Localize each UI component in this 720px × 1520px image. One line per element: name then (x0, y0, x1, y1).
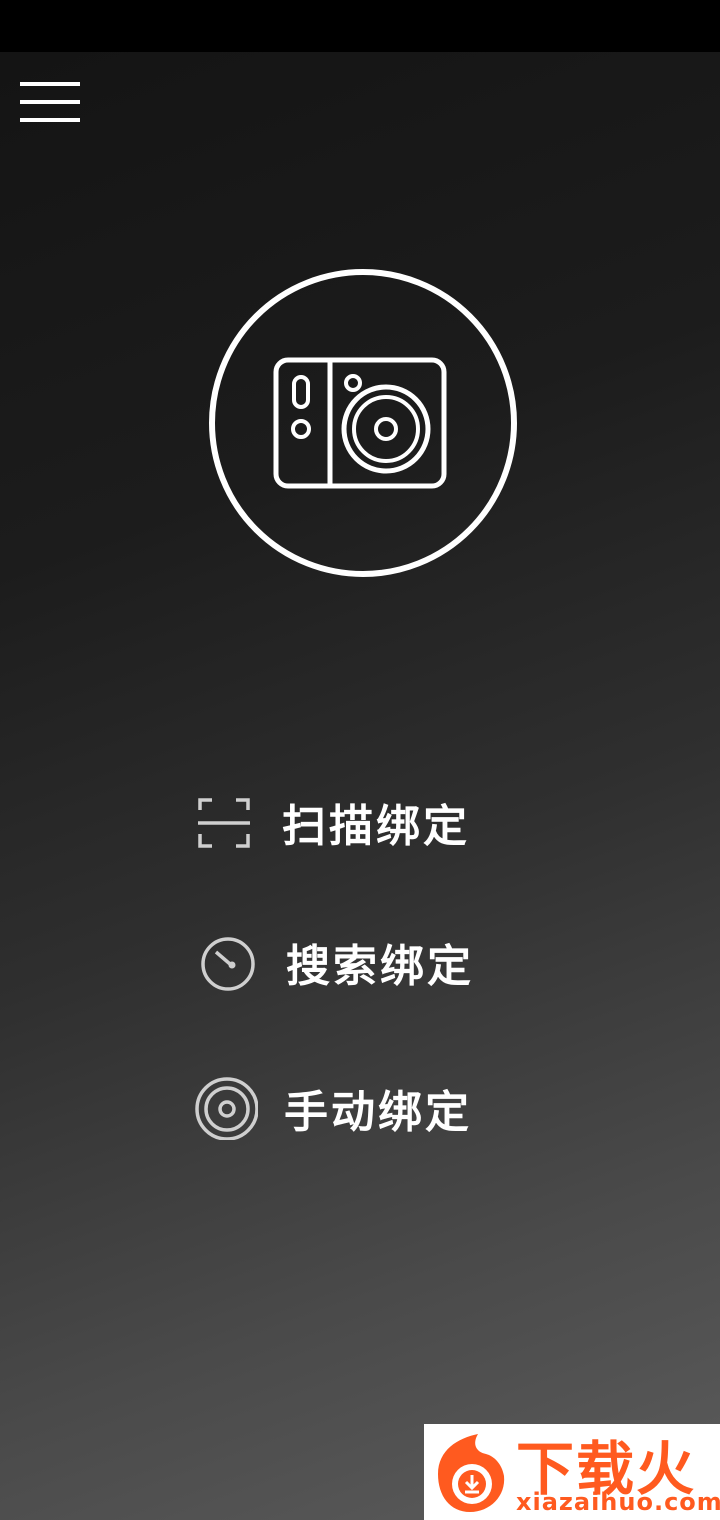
scan-bind-label: 扫描绑定 (282, 801, 470, 852)
manual-bind-label: 手动绑定 (284, 1087, 472, 1138)
flame-download-logo (438, 1434, 505, 1512)
search-bind-label: 搜索绑定 (286, 941, 474, 992)
watermark-banner: 下载火 xiazaihuo.com (424, 1424, 720, 1520)
action-camera-icon (209, 269, 517, 577)
target-rings-icon (195, 1077, 258, 1140)
watermark-site: xiazaihuo.com (516, 1488, 720, 1516)
search-bind-option[interactable]: 搜索绑定 (196, 930, 474, 994)
camera-illustration (208, 268, 518, 578)
scan-bind-option[interactable]: 扫描绑定 (192, 790, 470, 854)
menu-button[interactable] (14, 72, 86, 132)
search-dial-icon (201, 937, 255, 991)
scan-frame-icon (198, 798, 250, 848)
status-bar (0, 0, 720, 52)
manual-bind-option[interactable]: 手动绑定 (194, 1076, 472, 1140)
